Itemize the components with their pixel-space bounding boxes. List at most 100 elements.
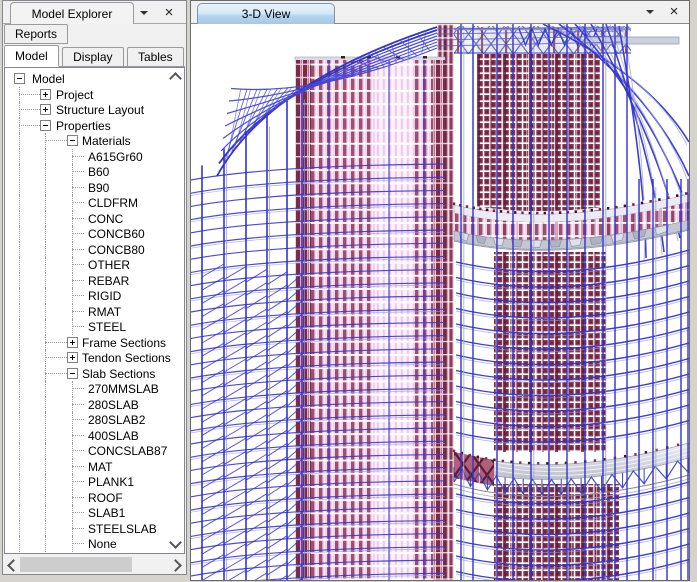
- tree-item[interactable]: Slab Sections: [5, 366, 184, 382]
- scrollbar-thumb[interactable]: [20, 557, 132, 572]
- tree-guide-line: [45, 149, 46, 165]
- tree-connector: [72, 388, 84, 389]
- collapse-box-icon[interactable]: [14, 73, 25, 84]
- tree-item[interactable]: Properties: [5, 118, 184, 134]
- tree-item[interactable]: 400SLAB: [5, 428, 184, 444]
- tree-connector: [72, 512, 84, 513]
- tree-horizontal-scrollbar[interactable]: [4, 556, 185, 573]
- tree-guide-line: [45, 180, 46, 196]
- tree-connector: [72, 311, 84, 312]
- tree-item[interactable]: STEEL: [5, 319, 184, 335]
- view-menu-button[interactable]: [641, 3, 659, 20]
- tree-guide-line: [45, 505, 46, 521]
- tree-guide-line: [19, 149, 20, 165]
- tree-guide-line: [45, 242, 46, 258]
- tree-item-label: Tendon Sections: [82, 351, 171, 365]
- tree-item[interactable]: RIGID: [5, 288, 184, 304]
- tree-connector: [45, 357, 67, 358]
- tree-item[interactable]: A615Gr60: [5, 149, 184, 165]
- tree-item[interactable]: 280SLAB: [5, 397, 184, 413]
- tree-guide-line: [45, 397, 46, 413]
- panel-header: Model Explorer ×: [3, 1, 186, 24]
- tree-item[interactable]: RMAT: [5, 304, 184, 320]
- tree-item[interactable]: SLAB1: [5, 505, 184, 521]
- tree-item-label: STEELSLAB: [88, 522, 157, 536]
- panel-menu-button[interactable]: [135, 4, 153, 21]
- tree-connector: [72, 202, 84, 203]
- chevron-down-icon: [646, 10, 654, 14]
- tree-item[interactable]: Tendon Sections: [5, 350, 184, 366]
- tab-3d-view[interactable]: 3-D View: [197, 3, 335, 24]
- expand-box-icon[interactable]: [40, 104, 51, 115]
- tab-reports[interactable]: Reports: [4, 24, 68, 44]
- tree-item[interactable]: CLDFRM: [5, 195, 184, 211]
- tree-item[interactable]: STEELSLAB: [5, 521, 184, 537]
- tree-connector: [72, 528, 84, 529]
- tab-tables[interactable]: Tables: [127, 47, 184, 67]
- 3d-viewport[interactable]: [191, 24, 689, 580]
- tree-item[interactable]: REBAR: [5, 273, 184, 289]
- tree-guide-line: [19, 242, 20, 258]
- tree-item[interactable]: 280SLAB2: [5, 412, 184, 428]
- tree-guide-line: [19, 164, 20, 180]
- tree-item[interactable]: Frame Sections: [5, 335, 184, 351]
- scroll-right-button[interactable]: [169, 559, 182, 572]
- tree-item[interactable]: CONCB80: [5, 242, 184, 258]
- expand-box-icon[interactable]: [67, 352, 78, 363]
- tree-item-label: B90: [88, 181, 109, 195]
- tree-guide-line: [19, 474, 20, 490]
- tree-item[interactable]: CONC: [5, 211, 184, 227]
- tree-guide-line: [19, 350, 20, 366]
- expand-box-icon[interactable]: [67, 337, 78, 348]
- tree-guide-line: [19, 428, 20, 444]
- panel-close-button[interactable]: ×: [160, 4, 178, 21]
- view-close-button[interactable]: ×: [665, 3, 683, 20]
- tree-item-label: A615Gr60: [88, 150, 143, 164]
- tree-item[interactable]: OTHER: [5, 257, 184, 273]
- tree-item-label: ROOF: [88, 491, 123, 505]
- tree-guide-line: [19, 459, 20, 475]
- model-tree: ModelProjectStructure LayoutPropertiesMa…: [4, 67, 185, 554]
- tree-item-label: RMAT: [88, 305, 121, 319]
- model-3d-canvas[interactable]: [191, 24, 689, 580]
- expand-box-icon[interactable]: [40, 89, 51, 100]
- tree-guide-line: [19, 397, 20, 413]
- tree-guide-line: [19, 443, 20, 459]
- tab-model[interactable]: Model: [4, 45, 59, 67]
- tree-item[interactable]: PLANK1: [5, 474, 184, 490]
- tree-connector: [45, 140, 67, 141]
- tree-item[interactable]: Structure Layout: [5, 102, 184, 118]
- tree-item[interactable]: Project: [5, 87, 184, 103]
- tree-connector: [72, 187, 84, 188]
- tree-item-label: CONCB80: [88, 243, 145, 257]
- tree-guide-line: [45, 443, 46, 459]
- panel-title-tab[interactable]: Model Explorer: [10, 2, 134, 24]
- tree-item-label: CONCB60: [88, 227, 145, 241]
- collapse-box-icon[interactable]: [67, 368, 78, 379]
- tree-item-label: Model: [32, 72, 65, 86]
- tree-item[interactable]: CONCSLAB87: [5, 443, 184, 459]
- collapse-box-icon[interactable]: [67, 135, 78, 146]
- collapse-box-icon[interactable]: [40, 120, 51, 131]
- tree-item[interactable]: MAT: [5, 459, 184, 475]
- scroll-left-button[interactable]: [7, 559, 20, 572]
- tree-item[interactable]: B90: [5, 180, 184, 196]
- tree-item[interactable]: 270MMSLAB: [5, 381, 184, 397]
- tree-item-label: PLANK1: [88, 475, 134, 489]
- tree-item-label: REBAR: [88, 274, 129, 288]
- tree-item[interactable]: B60: [5, 164, 184, 180]
- tree-item[interactable]: None: [5, 536, 184, 552]
- tree-guide-line: [19, 195, 20, 211]
- tree-item[interactable]: ROOF: [5, 490, 184, 506]
- tree-item[interactable]: CONCB60: [5, 226, 184, 242]
- tree-connector: [72, 481, 84, 482]
- tree-item[interactable]: Materials: [5, 133, 184, 149]
- tree-guide-line: [19, 304, 20, 320]
- tree-connector: [72, 435, 84, 436]
- tree-connector: [72, 419, 84, 420]
- close-icon: ×: [165, 5, 174, 20]
- tree-item[interactable]: Model: [5, 71, 184, 87]
- tree-connector: [72, 450, 84, 451]
- tab-display[interactable]: Display: [62, 47, 123, 67]
- tree-item-label: SLAB1: [88, 506, 125, 520]
